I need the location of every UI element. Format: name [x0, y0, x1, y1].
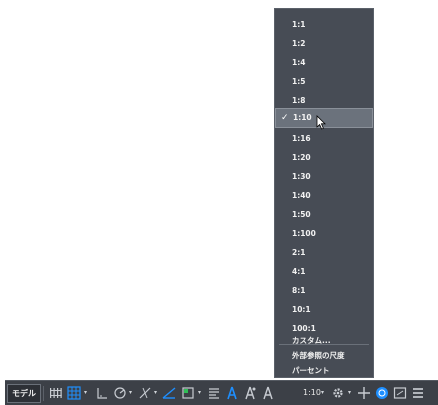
- status-bar: モデル ▾ ▾ ▾ ▾ 1:10 ▾ ▾: [5, 380, 438, 405]
- fullscreen-icon[interactable]: [393, 385, 407, 401]
- mouse-cursor-icon: [316, 115, 326, 130]
- menu-option-label: パーセント: [292, 366, 330, 375]
- scale-option-label: 1:20: [292, 153, 311, 162]
- scale-option-1-30[interactable]: 1:30: [275, 167, 373, 187]
- scale-option-label: 1:50: [292, 210, 311, 219]
- status-separator: [43, 386, 44, 401]
- scale-option-2-1[interactable]: 2:1: [275, 243, 373, 263]
- scale-option-label: 1:30: [292, 172, 311, 181]
- scale-option-label: 1:40: [292, 191, 311, 200]
- snap-icon[interactable]: [67, 385, 81, 401]
- percent-option[interactable]: パーセント: [275, 361, 373, 381]
- customize-icon[interactable]: [411, 385, 425, 401]
- workspace-gear-icon[interactable]: [331, 385, 345, 401]
- scale-option-label: 10:1: [292, 305, 311, 314]
- isolate-icon[interactable]: [375, 385, 389, 401]
- annotation-scale-menu: 1:1 1:2 1:4 1:5 1:8 ✓ 1:10 1:16 1:20 1:3…: [274, 8, 374, 378]
- scale-option-1-2[interactable]: 1:2: [275, 34, 373, 54]
- chevron-down-icon[interactable]: ▾: [84, 385, 87, 401]
- scale-option-1-40[interactable]: 1:40: [275, 186, 373, 206]
- lineweight-icon[interactable]: [181, 385, 195, 401]
- scale-option-label: 1:4: [292, 58, 306, 67]
- grid-icon[interactable]: [49, 385, 63, 401]
- properties-list-icon[interactable]: [207, 385, 221, 401]
- scale-option-1-20[interactable]: 1:20: [275, 148, 373, 168]
- scale-option-label: 1:2: [292, 39, 306, 48]
- scale-option-label: 4:1: [292, 267, 306, 276]
- scale-option-label: 1:100: [292, 229, 316, 238]
- ortho-icon[interactable]: [96, 385, 108, 401]
- scale-option-1-4[interactable]: 1:4: [275, 53, 373, 73]
- chevron-down-icon[interactable]: ▾: [129, 385, 132, 401]
- chevron-down-icon[interactable]: ▾: [321, 385, 324, 401]
- chevron-down-icon[interactable]: ▾: [348, 385, 351, 401]
- checkmark-icon: ✓: [281, 113, 289, 123]
- scale-option-label: 1:10: [293, 113, 312, 122]
- dynamic-ucs-icon[interactable]: [162, 385, 176, 401]
- annotation-scale-value[interactable]: 1:10: [303, 385, 321, 401]
- scale-option-1-5[interactable]: 1:5: [275, 72, 373, 92]
- scale-option-1-1[interactable]: 1:1: [275, 15, 373, 35]
- model-tab[interactable]: モデル: [7, 384, 41, 403]
- plus-icon[interactable]: [357, 385, 371, 401]
- scale-option-4-1[interactable]: 4:1: [275, 262, 373, 282]
- scale-option-label: 8:1: [292, 286, 306, 295]
- chevron-down-icon[interactable]: ▾: [154, 385, 157, 401]
- annotation-visibility-icon[interactable]: [225, 385, 239, 401]
- osnap-icon[interactable]: [138, 385, 152, 401]
- auto-scale-icon[interactable]: [243, 385, 257, 401]
- chevron-down-icon[interactable]: ▾: [198, 385, 201, 401]
- scale-option-8-1[interactable]: 8:1: [275, 281, 373, 301]
- scale-option-10-1[interactable]: 10:1: [275, 300, 373, 320]
- scale-option-1-50[interactable]: 1:50: [275, 205, 373, 225]
- annotation-scale-icon[interactable]: [261, 385, 275, 401]
- scale-option-label: 1:1: [292, 20, 306, 29]
- scale-option-1-16[interactable]: 1:16: [275, 129, 373, 149]
- scale-option-1-100[interactable]: 1:100: [275, 224, 373, 244]
- scale-option-label: 1:5: [292, 77, 306, 86]
- polar-icon[interactable]: [113, 385, 127, 401]
- scale-option-label: 1:16: [292, 134, 311, 143]
- scale-option-label: 2:1: [292, 248, 306, 257]
- menu-separator: [279, 344, 369, 345]
